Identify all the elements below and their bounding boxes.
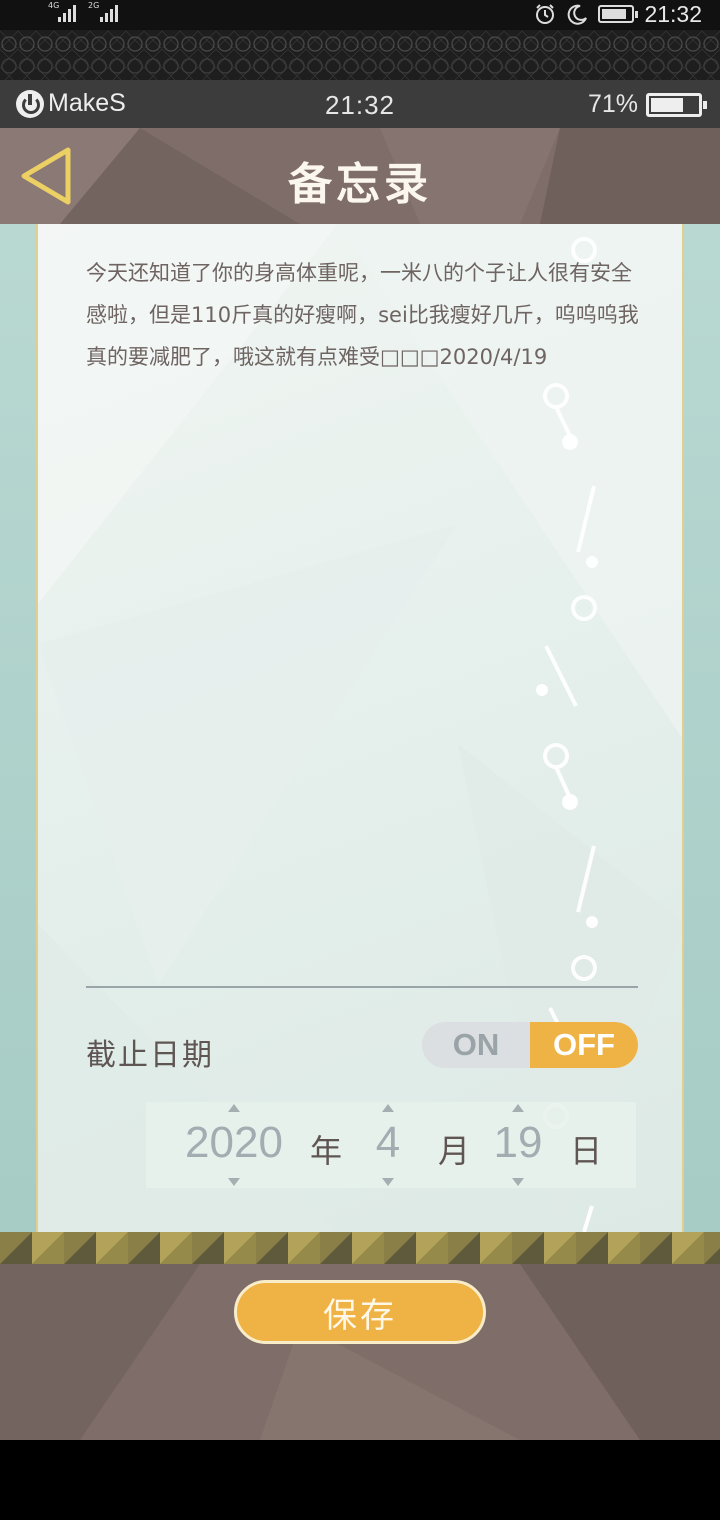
day-value: 19 (493, 1118, 543, 1167)
year-unit: 年 (310, 1132, 343, 1170)
navigation-bar (0, 1440, 720, 1520)
year-value: 2020 (185, 1118, 283, 1167)
network-type-2: 2G (88, 1, 100, 10)
month-unit: 月 (438, 1132, 471, 1170)
date-picker: 2020 年 4 月 19 日 (146, 1102, 636, 1188)
save-button[interactable]: 保存 (234, 1280, 486, 1344)
moon-icon (568, 4, 588, 25)
system-battery-icon (598, 5, 639, 23)
toggle-on-option[interactable]: ON (422, 1022, 530, 1068)
year-down-arrow-icon[interactable] (228, 1178, 240, 1186)
battery-percent: 71% (587, 90, 638, 118)
note-card: 今天还知道了你的身高体重呢，一米八的个子让人很有安全感啦，但是110斤真的好瘦啊… (36, 224, 684, 1232)
zigzag-pattern (0, 1232, 720, 1264)
month-down-arrow-icon[interactable] (382, 1178, 394, 1186)
year-up-arrow-icon[interactable] (228, 1104, 240, 1112)
app-status-bar: MakeS 21:32 71% (0, 80, 720, 128)
zigzag-border (0, 1232, 720, 1264)
month-up-arrow-icon[interactable] (382, 1104, 394, 1112)
footer: 保存 (0, 1264, 720, 1440)
day-unit: 日 (570, 1132, 603, 1170)
deadline-label: 截止日期 (86, 1038, 214, 1073)
header: 备忘录 (0, 128, 720, 224)
system-time: 21:32 (644, 0, 702, 27)
main-content: 今天还知道了你的身高体重呢，一米八的个子让人很有安全感啦，但是110斤真的好瘦啊… (0, 224, 720, 1232)
month-picker[interactable]: 4 (358, 1102, 418, 1188)
page-title: 备忘录 (288, 159, 432, 210)
day-picker[interactable]: 19 (480, 1102, 556, 1188)
alarm-icon (536, 4, 555, 24)
deadline-toggle[interactable]: ON OFF (422, 1022, 638, 1068)
toggle-off-option[interactable]: OFF (530, 1022, 638, 1068)
note-text[interactable]: 今天还知道了你的身高体重呢，一米八的个子让人很有安全感啦，但是110斤真的好瘦啊… (86, 252, 642, 378)
divider (86, 986, 638, 988)
day-up-arrow-icon[interactable] (512, 1104, 524, 1112)
lace-decoration (0, 30, 720, 80)
day-down-arrow-icon[interactable] (512, 1178, 524, 1186)
year-picker[interactable]: 2020 (166, 1102, 302, 1188)
battery-icon (646, 92, 707, 117)
month-value: 4 (375, 1118, 401, 1167)
signal-icon-2 (100, 4, 118, 22)
signal-icon-1 (58, 4, 76, 22)
system-status-bar: 4G 2G 21:32 (0, 0, 720, 30)
